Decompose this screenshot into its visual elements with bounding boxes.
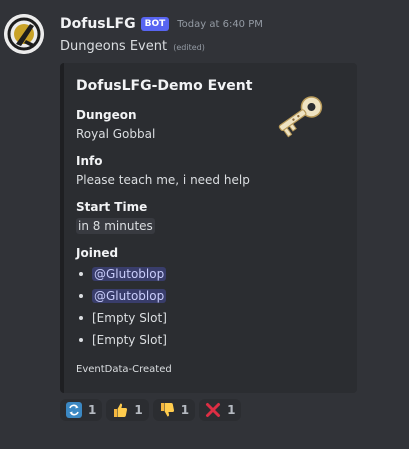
- reaction-count: 1: [180, 403, 190, 417]
- list-item: @Glutoblop: [76, 265, 167, 287]
- message-text: Dungeons Event: [60, 39, 168, 54]
- avatar[interactable]: [4, 14, 44, 54]
- reaction-thumbs-up[interactable]: 1: [106, 399, 149, 421]
- field-start-time-name: Start Time: [76, 200, 148, 214]
- reaction-thumbs-down[interactable]: 1: [152, 399, 196, 421]
- message-content: Dungeons Event (edited): [60, 38, 409, 57]
- field-joined: Joined @Glutoblop @Glutoblop [Empty Slot…: [76, 245, 167, 353]
- list-item: [Empty Slot]: [76, 331, 167, 353]
- embed-footer: EventData-Created: [76, 364, 172, 375]
- edited-label: (edited): [173, 43, 205, 52]
- field-dungeon: Dungeon Royal Gobbal: [76, 107, 155, 142]
- reaction-repeat[interactable]: 1: [60, 399, 103, 421]
- timestamp[interactable]: Today at 6:40 PM: [177, 19, 263, 30]
- field-dungeon-name: Dungeon: [76, 108, 137, 122]
- start-time-pill: in 8 minutes: [76, 218, 155, 234]
- reaction-count: 1: [134, 403, 143, 417]
- field-start-time-value: in 8 minutes: [76, 218, 155, 234]
- field-start-time: Start Time in 8 minutes: [76, 199, 155, 234]
- username[interactable]: DofusLFG: [60, 16, 136, 32]
- message-header: DofusLFG BOT Today at 6:40 PM: [60, 14, 409, 34]
- red-x-icon: [206, 403, 221, 417]
- empty-slot: [Empty Slot]: [92, 311, 167, 325]
- user-mention[interactable]: @Glutoblop: [92, 267, 167, 281]
- field-dungeon-value: Royal Gobbal: [76, 127, 156, 141]
- key-icon[interactable]: [270, 85, 330, 145]
- user-mention[interactable]: @Glutoblop: [92, 289, 167, 303]
- thumbs-down-icon: [160, 403, 174, 417]
- reaction-count: 1: [227, 403, 236, 417]
- field-joined-name: Joined: [76, 246, 119, 260]
- field-info: Info Please teach me, i need help: [76, 153, 250, 188]
- thumbs-up-icon: [114, 403, 128, 417]
- reaction-count: 1: [88, 403, 97, 417]
- message: DofusLFG BOT Today at 6:40 PM Dungeons E…: [60, 14, 409, 57]
- reaction-red-x[interactable]: 1: [199, 399, 242, 421]
- list-item: [Empty Slot]: [76, 309, 167, 331]
- reactions-bar: 1 1 1 1: [60, 399, 242, 421]
- joined-list: @Glutoblop @Glutoblop [Empty Slot] [Empt…: [76, 265, 167, 353]
- event-embed: DofusLFG-Demo Event Dungeon Royal Gobbal…: [60, 63, 357, 393]
- embed-title: DofusLFG-Demo Event: [76, 78, 253, 94]
- list-item: @Glutoblop: [76, 287, 167, 309]
- field-info-value: Please teach me, i need help: [76, 173, 250, 187]
- repeat-arrows-icon: [66, 402, 82, 418]
- bot-tag: BOT: [140, 17, 170, 31]
- empty-slot: [Empty Slot]: [92, 333, 167, 347]
- field-info-name: Info: [76, 154, 103, 168]
